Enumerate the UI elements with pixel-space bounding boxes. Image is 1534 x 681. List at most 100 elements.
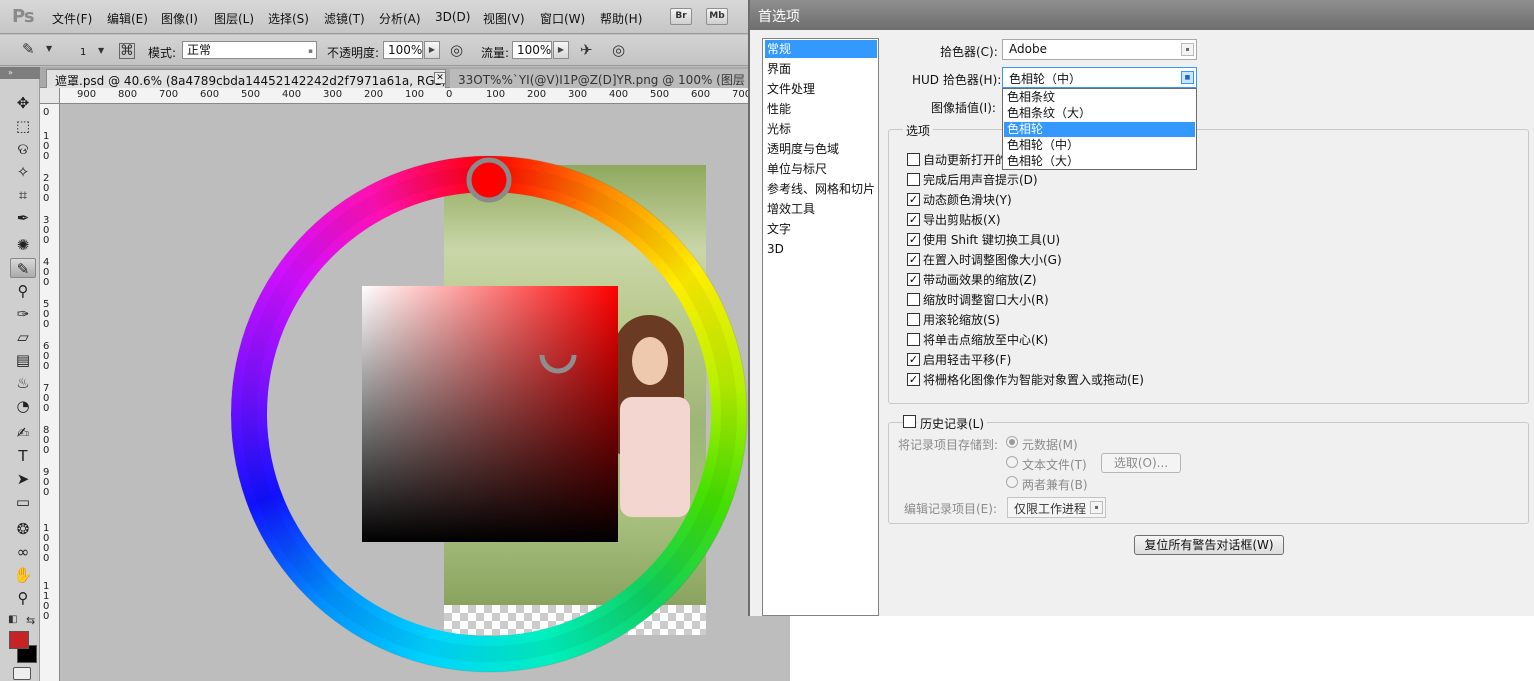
radio-both[interactable]: [1006, 476, 1018, 488]
chevron-down-icon[interactable]: ▼: [46, 45, 52, 53]
pressure-size-icon[interactable]: ◎: [612, 43, 625, 58]
foreground-color-swatch[interactable]: [9, 631, 29, 649]
checkbox-zoom-resize-windows[interactable]: [907, 293, 920, 306]
reset-warnings-button[interactable]: 复位所有警告对话框(W): [1134, 535, 1284, 555]
bridge-button[interactable]: Br: [670, 8, 692, 25]
ruler-label: 800: [118, 89, 138, 100]
quick-select-tool-icon[interactable]: ✧: [10, 162, 36, 182]
path-select-tool-icon[interactable]: ➤: [10, 469, 36, 489]
menu-help[interactable]: 帮助(H): [600, 10, 642, 27]
choose-button[interactable]: 选取(O)...: [1101, 453, 1181, 473]
pen-tool-icon[interactable]: ✍: [10, 423, 36, 443]
menu-filter[interactable]: 滤镜(T): [324, 10, 365, 27]
shape-tool-icon[interactable]: ▭: [10, 492, 36, 512]
checkbox-shift-tool-switch[interactable]: ✓: [907, 233, 920, 246]
opacity-slider-button[interactable]: ▶: [424, 41, 440, 59]
close-icon[interactable]: ✕: [434, 72, 446, 84]
menu-analysis[interactable]: 分析(A): [379, 10, 421, 27]
menu-select[interactable]: 选择(S): [268, 10, 309, 27]
swap-colors-icon[interactable]: ⇆: [26, 615, 35, 626]
menu-layer[interactable]: 图层(L): [214, 10, 254, 27]
3d-orbit-tool-icon[interactable]: ∞: [10, 542, 36, 562]
tab-document-active[interactable]: 遮罩.psd @ 40.6% (8a4789cbda14452142242d2f…: [46, 69, 446, 88]
tab-document-2[interactable]: 33OT%%`YI(@V)I1P@Z(D]YR.png @ 100% (图层 0…: [450, 69, 790, 88]
hud-option-hue-wheel-medium[interactable]: 色相轮（中）: [1004, 138, 1195, 153]
hud-option-hue-wheel[interactable]: 色相轮: [1004, 122, 1195, 137]
3d-rotate-tool-icon[interactable]: ❂: [10, 519, 36, 539]
eyedropper-tool-icon[interactable]: ✒: [10, 208, 36, 228]
lasso-tool-icon[interactable]: ଡ: [10, 139, 36, 159]
checkbox-history-log[interactable]: [903, 415, 916, 428]
checkbox-beep[interactable]: [907, 173, 920, 186]
hud-option-hue-strip-large[interactable]: 色相条纹（大）: [1004, 106, 1195, 121]
checkbox-auto-update[interactable]: [907, 153, 920, 166]
quick-mask-icon[interactable]: [13, 667, 31, 680]
category-transparency-gamut[interactable]: 透明度与色域: [765, 140, 877, 158]
checkbox-flick-panning[interactable]: ✓: [907, 353, 920, 366]
eraser-tool-icon[interactable]: ▱: [10, 327, 36, 347]
checkbox-scroll-wheel-zoom[interactable]: [907, 313, 920, 326]
menu-window[interactable]: 窗口(W): [540, 10, 585, 27]
checkbox-label: 启用轻击平移(F): [923, 353, 1012, 367]
category-units-rulers[interactable]: 单位与标尺: [765, 160, 877, 178]
checkbox-dynamic-sliders[interactable]: ✓: [907, 193, 920, 206]
brush-size[interactable]: 1: [80, 47, 86, 58]
checkbox-resize-on-place[interactable]: ✓: [907, 253, 920, 266]
checkbox-export-clipboard[interactable]: ✓: [907, 213, 920, 226]
category-3d[interactable]: 3D: [765, 240, 877, 258]
document-canvas[interactable]: [61, 105, 790, 681]
type-tool-icon[interactable]: T: [10, 446, 36, 466]
brush-tool-icon[interactable]: ✎: [22, 42, 35, 57]
checkbox-place-smart-object[interactable]: ✓: [907, 373, 920, 386]
zoom-tool-icon[interactable]: ⚲: [10, 588, 36, 608]
menu-file[interactable]: 文件(F): [52, 10, 92, 27]
category-general[interactable]: 常规: [765, 40, 877, 58]
radio-text-file[interactable]: [1006, 456, 1018, 468]
chevron-down-icon[interactable]: ▼: [98, 47, 104, 55]
menu-3d[interactable]: 3D(D): [435, 10, 470, 24]
mode-select[interactable]: 正常 ▪: [182, 41, 317, 59]
hud-option-hue-wheel-large[interactable]: 色相轮（大）: [1004, 154, 1195, 169]
ruler-origin[interactable]: [40, 88, 60, 104]
flow-slider-button[interactable]: ▶: [553, 41, 569, 59]
airbrush-icon[interactable]: ✈: [580, 43, 593, 58]
dodge-tool-icon[interactable]: ◔: [10, 396, 36, 416]
default-colors-icon[interactable]: ◧: [8, 615, 17, 625]
hud-option-hue-strip[interactable]: 色相条纹: [1004, 90, 1195, 105]
panel-collapse-icon[interactable]: »: [0, 67, 40, 79]
hud-picker-select[interactable]: 色相轮（中） ■: [1002, 67, 1197, 88]
brush-tool-icon[interactable]: ✎: [10, 258, 36, 278]
category-plugins[interactable]: 增效工具: [765, 200, 877, 218]
category-file-handling[interactable]: 文件处理: [765, 80, 877, 98]
color-picker-select[interactable]: Adobe ▪: [1002, 39, 1197, 60]
category-guides-grid-slices[interactable]: 参考线、网格和切片: [765, 180, 877, 198]
checkbox-label: 在置入时调整图像大小(G): [923, 253, 1062, 267]
brush-panel-icon[interactable]: ⌘: [119, 43, 135, 59]
menu-view[interactable]: 视图(V): [483, 10, 525, 27]
marquee-tool-icon[interactable]: ⬚: [10, 116, 36, 136]
flow-input[interactable]: 100%: [512, 41, 552, 59]
healing-tool-icon[interactable]: ✺: [10, 235, 36, 255]
menu-image[interactable]: 图像(I): [161, 10, 198, 27]
hand-tool-icon[interactable]: ✋: [10, 565, 36, 585]
category-performance[interactable]: 性能: [765, 100, 877, 118]
opacity-input[interactable]: 100%: [383, 41, 423, 59]
hud-color-picker[interactable]: [231, 150, 751, 680]
crop-tool-icon[interactable]: ⌗: [10, 185, 36, 205]
blur-tool-icon[interactable]: ♨: [10, 373, 36, 393]
history-brush-tool-icon[interactable]: ✑: [10, 304, 36, 324]
hue-picker-handle[interactable]: [466, 157, 512, 203]
edit-log-select[interactable]: 仅限工作进程 ▪: [1007, 497, 1106, 518]
move-tool-icon[interactable]: ✥: [10, 93, 36, 113]
category-type[interactable]: 文字: [765, 220, 877, 238]
category-interface[interactable]: 界面: [765, 60, 877, 78]
radio-metadata[interactable]: [1006, 436, 1018, 448]
category-cursors[interactable]: 光标: [765, 120, 877, 138]
checkbox-zoom-click-center[interactable]: [907, 333, 920, 346]
mini-bridge-button[interactable]: Mb: [706, 8, 728, 25]
menu-edit[interactable]: 编辑(E): [107, 10, 148, 27]
pressure-opacity-icon[interactable]: ◎: [450, 43, 463, 58]
gradient-tool-icon[interactable]: ▤: [10, 350, 36, 370]
stamp-tool-icon[interactable]: ⚲: [10, 281, 36, 301]
checkbox-animated-zoom[interactable]: ✓: [907, 273, 920, 286]
